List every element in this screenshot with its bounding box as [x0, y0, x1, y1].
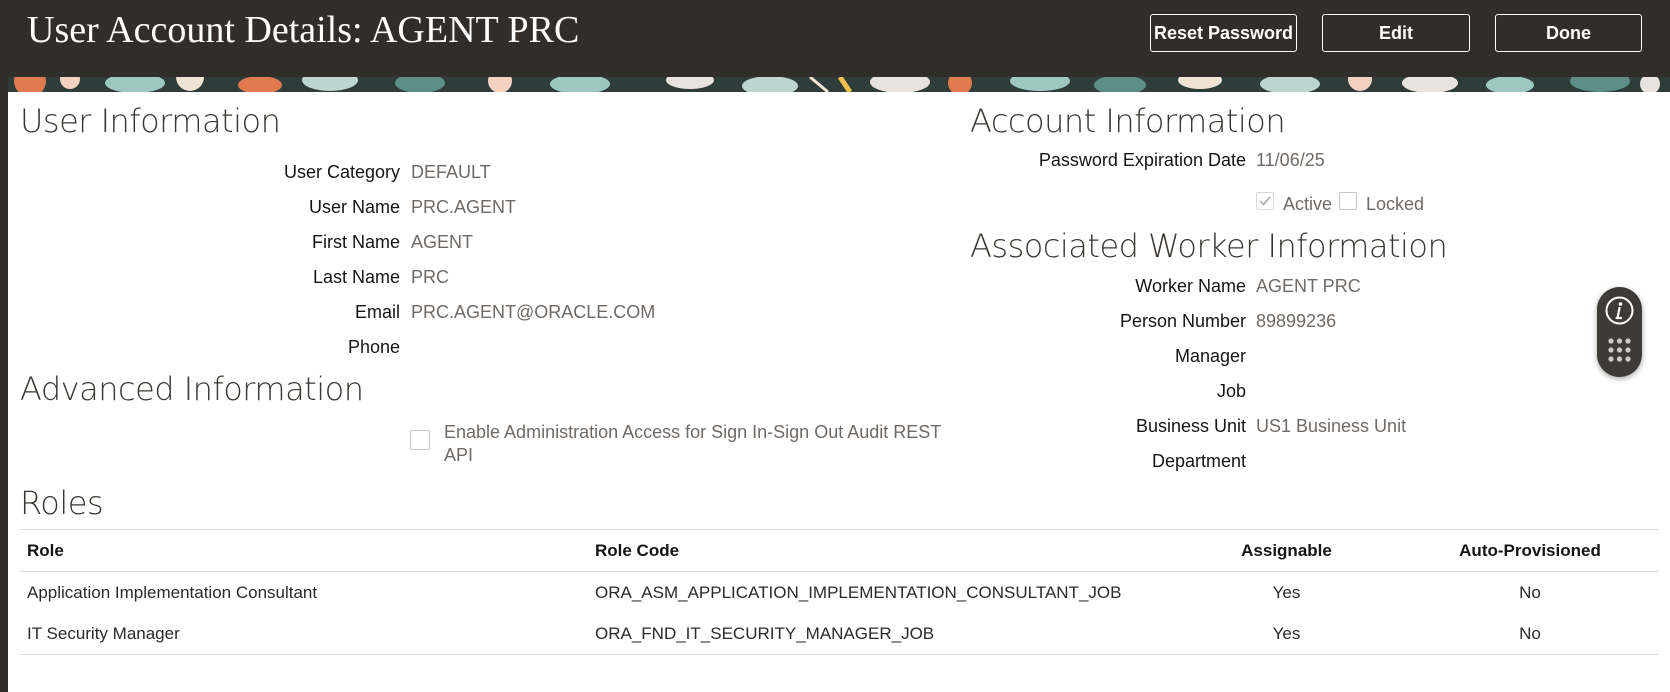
field-last-name: Last Name PRC [0, 267, 900, 291]
field-value: PRC.AGENT [411, 197, 517, 217]
field-label: Email [354, 302, 400, 322]
role-cell: Application Implementation Consultant [27, 582, 318, 602]
assignable-cell: Yes [1272, 582, 1301, 602]
column-header-assignable[interactable]: Assignable [1172, 529, 1401, 572]
column-header-role-code[interactable]: Role Code [588, 529, 1172, 572]
field-value: AGENT [411, 232, 474, 252]
reset-password-button[interactable]: Reset Password [1150, 14, 1297, 52]
field-value: 89899236 [1256, 311, 1337, 331]
field-value: PRC.AGENT@ORACLE.COM [411, 302, 656, 322]
role-cell: IT Security Manager [20, 613, 588, 655]
roles-title: Roles [20, 484, 104, 522]
field-email: Email PRC.AGENT@ORACLE.COM [0, 302, 900, 326]
field-value: PRC [411, 267, 450, 287]
role-code-cell: ORA_ASM_APPLICATION_IMPLEMENTATION_CONSU… [595, 582, 1122, 602]
field-label: Job [1216, 381, 1246, 401]
worker-information-title: Associated Worker Information [970, 227, 1448, 265]
done-button[interactable]: Done [1495, 14, 1642, 52]
roles-table: Role Role Code Assignable Auto-Provision… [20, 529, 1659, 655]
field-person-number: Person Number 89899236 [900, 311, 1670, 335]
floating-toolbar [1597, 287, 1642, 377]
table-row[interactable]: IT Security Manager ORA_FND_IT_SECURITY_… [20, 613, 1659, 655]
field-label: Department [1151, 451, 1246, 471]
locked-checkbox[interactable] [1339, 192, 1357, 210]
role-code-cell: ORA_FND_IT_SECURITY_MANAGER_JOB [588, 613, 1172, 655]
field-label: Person Number [1119, 311, 1246, 331]
auto-provisioned-cell: No [1401, 613, 1659, 655]
column-header-auto-provisioned[interactable]: Auto-Provisioned [1401, 529, 1659, 572]
table-row[interactable]: Application Implementation Consultant OR… [20, 572, 1659, 614]
field-label: User Name [308, 197, 400, 217]
admin-access-label: Enable Administration Access for Sign In… [444, 422, 941, 465]
field-value: US1 Business Unit [1256, 416, 1407, 436]
field-label: First Name [311, 232, 400, 252]
edit-button[interactable]: Edit [1322, 14, 1470, 52]
field-label: Password Expiration Date [1038, 150, 1246, 170]
field-user-category: User Category DEFAULT [0, 162, 900, 186]
page-header: User Account Details: AGENT PRC Reset Pa… [0, 0, 1670, 77]
field-label: Business Unit [1135, 416, 1246, 436]
decorative-banner [0, 77, 1670, 92]
checkmark-icon [1259, 196, 1271, 206]
field-worker-name: Worker Name AGENT PRC [900, 276, 1670, 300]
user-information-title: User Information [20, 102, 281, 140]
admin-access-checkbox[interactable] [410, 430, 430, 450]
field-department: Department [900, 451, 1670, 475]
field-value: 11/06/25 [1256, 150, 1325, 170]
field-password-expiration: Password Expiration Date 11/06/25 [900, 150, 1670, 174]
field-label: Worker Name [1135, 276, 1246, 296]
left-rail [0, 0, 8, 692]
active-label: Active [1283, 194, 1333, 214]
field-user-name: User Name PRC.AGENT [0, 197, 900, 221]
active-checkbox[interactable] [1256, 192, 1274, 210]
column-header-role[interactable]: Role [20, 529, 588, 572]
table-header-row: Role Role Code Assignable Auto-Provision… [20, 529, 1659, 572]
field-job: Job [900, 381, 1670, 405]
locked-label: Locked [1366, 194, 1425, 214]
field-label: Manager [1174, 346, 1246, 366]
field-label: Last Name [312, 267, 400, 287]
advanced-information-title: Advanced Information [20, 370, 364, 408]
field-first-name: First Name AGENT [0, 232, 900, 256]
assignable-cell: Yes [1172, 613, 1401, 655]
page-title: User Account Details: AGENT PRC [27, 9, 580, 51]
account-information-title: Account Information [970, 102, 1286, 140]
field-label: User Category [283, 162, 400, 182]
field-label: Phone [347, 337, 400, 357]
field-business-unit: Business Unit US1 Business Unit [900, 416, 1670, 440]
keypad-icon[interactable] [1607, 337, 1632, 365]
auto-provisioned-cell: No [1519, 582, 1541, 602]
field-manager: Manager [900, 346, 1670, 370]
field-value: AGENT PRC [1256, 276, 1361, 296]
field-value: DEFAULT [411, 162, 491, 182]
info-icon[interactable] [1604, 295, 1635, 326]
field-phone: Phone [0, 337, 900, 361]
